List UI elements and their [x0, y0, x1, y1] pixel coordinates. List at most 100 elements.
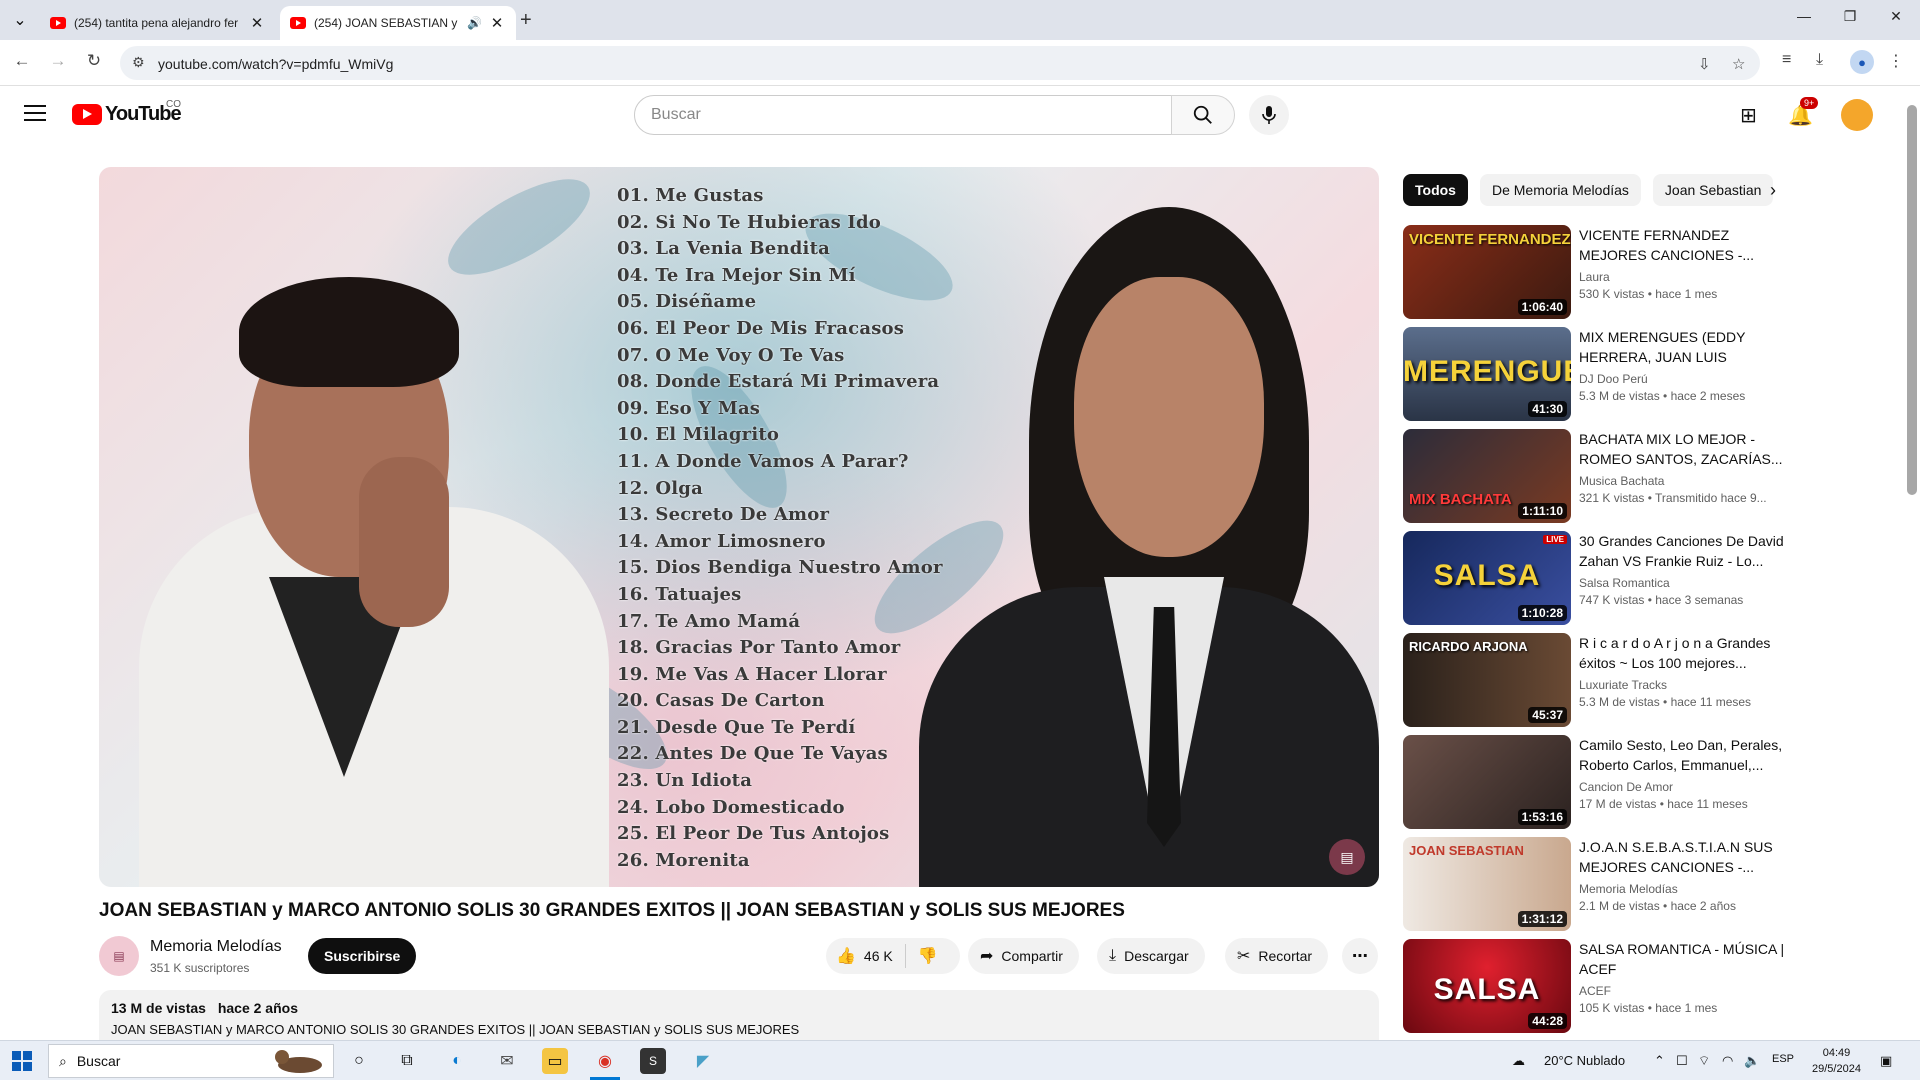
video-thumbnail[interactable]: JOAN SEBASTIAN 1:31:12 [1403, 837, 1571, 931]
video-title[interactable]: 30 Grandes Canciones De David Zahan VS F… [1579, 531, 1789, 571]
speaker-icon[interactable]: 🔊 [467, 16, 482, 30]
subscribe-button[interactable]: Suscribirse [308, 938, 417, 974]
onedrive-icon[interactable]: ☐ [1676, 1053, 1688, 1069]
wifi-icon[interactable]: ◠ [1722, 1053, 1733, 1069]
channel-name[interactable]: DJ Doo Perú [1579, 372, 1789, 386]
media-controls-icon[interactable]: ≡ [1782, 51, 1791, 69]
close-window-icon[interactable]: ✕ [1876, 8, 1916, 25]
file-explorer-icon[interactable]: ▭ [542, 1048, 568, 1074]
windows-start-icon[interactable] [12, 1051, 32, 1071]
thumbnail-text: SALSA [1433, 973, 1541, 1006]
account-avatar[interactable] [1841, 99, 1873, 131]
video-thumbnail[interactable]: RICARDO ARJONA 45:37 [1403, 633, 1571, 727]
video-thumbnail[interactable]: VICENTE FERNANDEZ 1:06:40 [1403, 225, 1571, 319]
browser-tab[interactable]: (254) tantita pena alejandro fer ✕ [40, 6, 276, 40]
system-clock[interactable]: 04:49 29/5/2024 [1812, 1045, 1861, 1077]
search-button[interactable] [1171, 95, 1235, 135]
video-thumbnail[interactable]: MIX BACHATA 1:11:10 [1403, 429, 1571, 523]
bookmark-star-icon[interactable]: ☆ [1732, 55, 1745, 73]
video-title[interactable]: MIX MERENGUES (EDDY HERRERA, JUAN LUIS G… [1579, 327, 1789, 367]
downloads-icon[interactable]: ⤓ [1816, 51, 1823, 69]
chip-channel[interactable]: De Memoria Melodías [1479, 174, 1641, 206]
more-actions-button[interactable]: ⋯ [1342, 938, 1378, 974]
app-bird-icon[interactable]: ◤ [690, 1048, 716, 1074]
menu-icon[interactable] [24, 105, 46, 126]
channel-avatar[interactable]: ▤ [99, 936, 139, 976]
recommended-video[interactable]: 1:53:16 Camilo Sesto, Leo Dan, Perales, … [1403, 735, 1893, 829]
video-title[interactable]: R i c a r d o A r j o n a Grandes éxitos… [1579, 633, 1789, 673]
clip-button[interactable]: ✂ Recortar [1225, 938, 1329, 974]
channel-name[interactable]: Memoria Melodías [150, 938, 282, 956]
app-s-icon[interactable]: S [640, 1048, 666, 1074]
channel-name[interactable]: Laura [1579, 270, 1789, 284]
video-title[interactable]: Camilo Sesto, Leo Dan, Perales, Roberto … [1579, 735, 1789, 775]
browser-tab-active[interactable]: (254) JOAN SEBASTIAN y M 🔊 ✕ [280, 6, 516, 40]
track-item: 21. Desde Que Te Perdí [617, 716, 856, 738]
video-thumbnail[interactable]: MERENGUE 41:30 [1403, 327, 1571, 421]
chrome-menu-icon[interactable]: ⋮ [1888, 51, 1904, 71]
address-bar[interactable]: ⚙ youtube.com/watch?v=pdmfu_WmiVg ⇩ ☆ [120, 46, 1760, 80]
site-info-icon[interactable]: ⚙ [132, 54, 145, 71]
reload-icon[interactable]: ↻ [82, 51, 106, 71]
channel-name[interactable]: Memoria Melodías [1579, 882, 1789, 896]
tray-chevron-icon[interactable]: ⌃ [1654, 1053, 1665, 1069]
like-button[interactable]: 👍 46 K [826, 944, 906, 968]
profile-icon[interactable]: ● [1850, 50, 1874, 74]
create-video-icon[interactable]: ⊞ [1740, 103, 1757, 128]
video-player[interactable]: 01. Me Gustas 02. Si No Te Hubieras Ido … [99, 167, 1379, 887]
video-title[interactable]: BACHATA MIX LO MEJOR - ROMEO SANTOS, ZAC… [1579, 429, 1789, 469]
mail-icon[interactable]: ✉ [494, 1048, 520, 1074]
task-view-icon[interactable]: ⧉ [394, 1048, 420, 1074]
action-center-icon[interactable]: ▣ [1880, 1053, 1892, 1069]
chip-artist[interactable]: Joan Sebastian [1652, 174, 1774, 206]
recommended-video[interactable]: SALSA 44:28 SALSA ROMANTICA - MÚSICA | A… [1403, 939, 1893, 1033]
dislike-button[interactable]: 👎 [906, 946, 938, 966]
close-tab-icon[interactable]: ✕ [488, 14, 506, 32]
volume-icon[interactable]: 🔈 [1744, 1053, 1760, 1069]
chrome-icon[interactable]: ◉ [592, 1048, 618, 1074]
youtube-logo[interactable]: YouTube CO [72, 99, 182, 126]
channel-name[interactable]: Cancion De Amor [1579, 780, 1789, 794]
recommended-video[interactable]: LIVE SALSA 1:10:28 30 Grandes Canciones … [1403, 531, 1893, 625]
weather-text[interactable]: 20°C Nublado [1544, 1053, 1625, 1068]
recommended-video[interactable]: RICARDO ARJONA 45:37 R i c a r d o A r j… [1403, 633, 1893, 727]
search-input[interactable]: Buscar [634, 95, 1172, 135]
download-button[interactable]: ⤓ Descargar [1097, 938, 1205, 974]
channel-watermark-icon[interactable]: ▤ [1329, 839, 1365, 875]
channel-name[interactable]: ACEF [1579, 984, 1789, 998]
close-tab-icon[interactable]: ✕ [248, 14, 266, 32]
video-title[interactable]: VICENTE FERNANDEZ MEJORES CANCIONES -... [1579, 225, 1789, 265]
network-icon[interactable]: ⌔ [1698, 1053, 1710, 1069]
recommended-video[interactable]: VICENTE FERNANDEZ 1:06:40 VICENTE FERNAN… [1403, 225, 1893, 319]
maximize-icon[interactable]: ❐ [1830, 8, 1870, 25]
url-text[interactable]: youtube.com/watch?v=pdmfu_WmiVg [158, 56, 393, 72]
edge-icon[interactable]: ◐ [444, 1048, 470, 1074]
channel-name[interactable]: Musica Bachata [1579, 474, 1789, 488]
recommended-video[interactable]: MIX BACHATA 1:11:10 BACHATA MIX LO MEJOR… [1403, 429, 1893, 523]
install-app-icon[interactable]: ⇩ [1698, 55, 1711, 73]
new-tab-button[interactable]: + [520, 9, 532, 32]
channel-name[interactable]: Salsa Romantica [1579, 576, 1789, 590]
language-indicator[interactable]: ESP [1772, 1053, 1794, 1065]
share-button[interactable]: ➦ Compartir [968, 938, 1079, 974]
scrollbar-thumb[interactable] [1907, 105, 1917, 495]
video-title[interactable]: J.O.A.N S.E.B.A.S.T.I.A.N SUS MEJORES CA… [1579, 837, 1789, 877]
channel-name[interactable]: Luxuriate Tracks [1579, 678, 1789, 692]
video-thumbnail[interactable]: 1:53:16 [1403, 735, 1571, 829]
video-thumbnail[interactable]: LIVE SALSA 1:10:28 [1403, 531, 1571, 625]
tab-search-button[interactable]: ⌄ [8, 8, 32, 32]
description-box[interactable]: 13 M de vistas hace 2 años JOAN SEBASTIA… [99, 990, 1379, 1040]
weather-icon[interactable]: ☁ [1512, 1053, 1525, 1069]
recommended-video[interactable]: JOAN SEBASTIAN 1:31:12 J.O.A.N S.E.B.A.S… [1403, 837, 1893, 931]
video-title[interactable]: SALSA ROMANTICA - MÚSICA | ACEF [1579, 939, 1789, 979]
back-icon[interactable]: ← [10, 51, 34, 71]
video-thumbnail[interactable]: SALSA 44:28 [1403, 939, 1571, 1033]
voice-search-button[interactable] [1249, 95, 1289, 135]
cortana-icon[interactable]: ○ [346, 1048, 372, 1074]
recommended-video[interactable]: MERENGUE 41:30 MIX MERENGUES (EDDY HERRE… [1403, 327, 1893, 421]
chevron-right-icon[interactable]: › [1770, 180, 1776, 201]
chip-todos[interactable]: Todos [1403, 174, 1468, 206]
minimize-icon[interactable]: — [1784, 8, 1824, 24]
subscriber-count: 351 K suscriptores [150, 961, 250, 975]
forward-icon[interactable]: → [46, 51, 70, 71]
